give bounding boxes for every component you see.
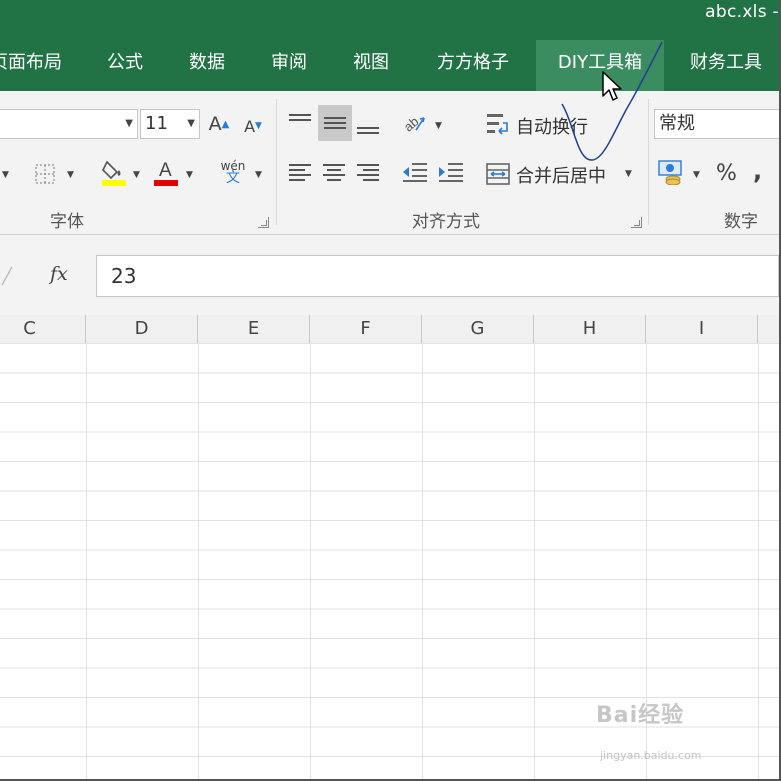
insert-function-icon[interactable]: fx (50, 263, 68, 285)
align-middle-icon[interactable] (318, 105, 352, 141)
svg-text:ab: ab (402, 114, 421, 135)
fill-color-icon[interactable] (100, 157, 128, 187)
indent-decrease-icon[interactable] (400, 159, 430, 185)
chevron-down-icon[interactable]: ▼ (255, 170, 262, 180)
tab-fangfang-gezi[interactable]: 方方格子 (420, 40, 526, 91)
gridline (310, 343, 311, 779)
formula-controls: fx (0, 255, 90, 297)
tab-data[interactable]: 数据 (174, 40, 240, 91)
comma-icon[interactable]: , (753, 157, 762, 185)
group-divider (276, 99, 277, 225)
gridline (86, 343, 87, 779)
align-top-icon[interactable] (286, 107, 314, 133)
group-divider (648, 99, 649, 225)
column-header[interactable]: E (198, 315, 310, 343)
svg-text:A: A (159, 160, 172, 181)
document-title: abc.xls - (705, 2, 779, 22)
phonetic-icon[interactable]: wén 文 (218, 155, 248, 189)
merge-center-icon[interactable] (484, 159, 512, 189)
column-header[interactable]: H (534, 315, 646, 343)
font-size-value: 11 (145, 113, 168, 134)
tab-formulas[interactable]: 公式 (92, 40, 158, 91)
percent-icon[interactable]: % (716, 161, 737, 186)
gridline (758, 343, 759, 779)
number-format-combo[interactable]: 常规 (654, 109, 779, 139)
chevron-down-icon[interactable]: ▼ (625, 169, 632, 179)
chevron-down-icon[interactable]: ▼ (2, 170, 9, 180)
ribbon: ▼ 11 ▼ A ▲ A ▼ ▼ ▼ ▼ A ▼ wén 文 ▼ 字体 ab ▼… (0, 91, 779, 235)
align-bottom-icon[interactable] (354, 113, 382, 139)
chevron-down-icon[interactable]: ▼ (67, 170, 74, 180)
font-color-icon[interactable]: A (152, 157, 180, 187)
number-format-value: 常规 (659, 113, 695, 134)
align-center-icon[interactable] (320, 159, 348, 185)
chevron-down-icon: ▼ (187, 118, 195, 129)
font-size-combo[interactable]: 11 ▼ (140, 109, 200, 139)
gridline (422, 343, 423, 779)
chevron-down-icon[interactable]: ▼ (133, 170, 140, 180)
watermark-logo: Bai经验 (596, 703, 685, 728)
ribbon-tab-bar: abc.xls - 页面布局 公式 数据 审阅 视图 方方格子 DIY工具箱 财… (0, 0, 779, 91)
tab-review[interactable]: 审阅 (256, 40, 322, 91)
excel-window: abc.xls - 页面布局 公式 数据 审阅 视图 方方格子 DIY工具箱 财… (0, 0, 781, 781)
chevron-down-icon[interactable]: ▼ (435, 121, 442, 131)
font-dialog-launcher-icon[interactable] (258, 217, 269, 228)
currency-icon[interactable] (656, 157, 686, 187)
column-header[interactable]: I (646, 315, 758, 343)
alignment-dialog-launcher-icon[interactable] (631, 217, 642, 228)
chevron-down-icon: ▼ (125, 118, 133, 129)
column-header[interactable]: C (0, 315, 86, 343)
increase-font-icon[interactable]: A ▲ (206, 109, 232, 139)
tab-finance-tools[interactable]: 财务工具 (676, 40, 776, 91)
font-name-combo[interactable]: ▼ (0, 109, 138, 139)
formula-input[interactable]: 23 (96, 255, 779, 297)
indent-increase-icon[interactable] (436, 159, 466, 185)
tab-page-layout[interactable]: 页面布局 (0, 40, 74, 91)
gridline (198, 343, 199, 779)
gridline (534, 343, 535, 779)
align-left-icon[interactable] (286, 159, 314, 185)
column-header[interactable]: G (422, 315, 534, 343)
tab-diy-toolbox[interactable]: DIY工具箱 (536, 40, 664, 91)
chevron-down-icon[interactable]: ▼ (186, 170, 193, 180)
number-group-label: 数字 (724, 212, 758, 232)
tab-view[interactable]: 视图 (338, 40, 404, 91)
alignment-group-label: 对齐方式 (412, 212, 480, 232)
font-group-label: 字体 (50, 212, 84, 232)
watermark-url: jingyan.baidu.com (600, 749, 702, 762)
align-right-icon[interactable] (354, 159, 382, 185)
text-orientation-icon[interactable]: ab (400, 109, 430, 139)
formula-bar: fx 23 (0, 235, 779, 315)
enter-check-icon[interactable] (0, 265, 14, 287)
wrap-text-icon[interactable] (484, 109, 512, 139)
column-header[interactable]: F (310, 315, 422, 343)
chevron-down-icon[interactable]: ▼ (693, 170, 700, 180)
merge-center-label[interactable]: 合并后居中 (516, 162, 606, 188)
column-header-row: C D E F G H I (0, 315, 779, 344)
border-icon[interactable] (32, 161, 58, 187)
column-header[interactable]: D (86, 315, 198, 343)
decrease-font-icon[interactable]: A ▼ (240, 111, 266, 141)
phonetic-char: 文 (226, 170, 240, 186)
wrap-text-label[interactable]: 自动换行 (516, 113, 588, 139)
